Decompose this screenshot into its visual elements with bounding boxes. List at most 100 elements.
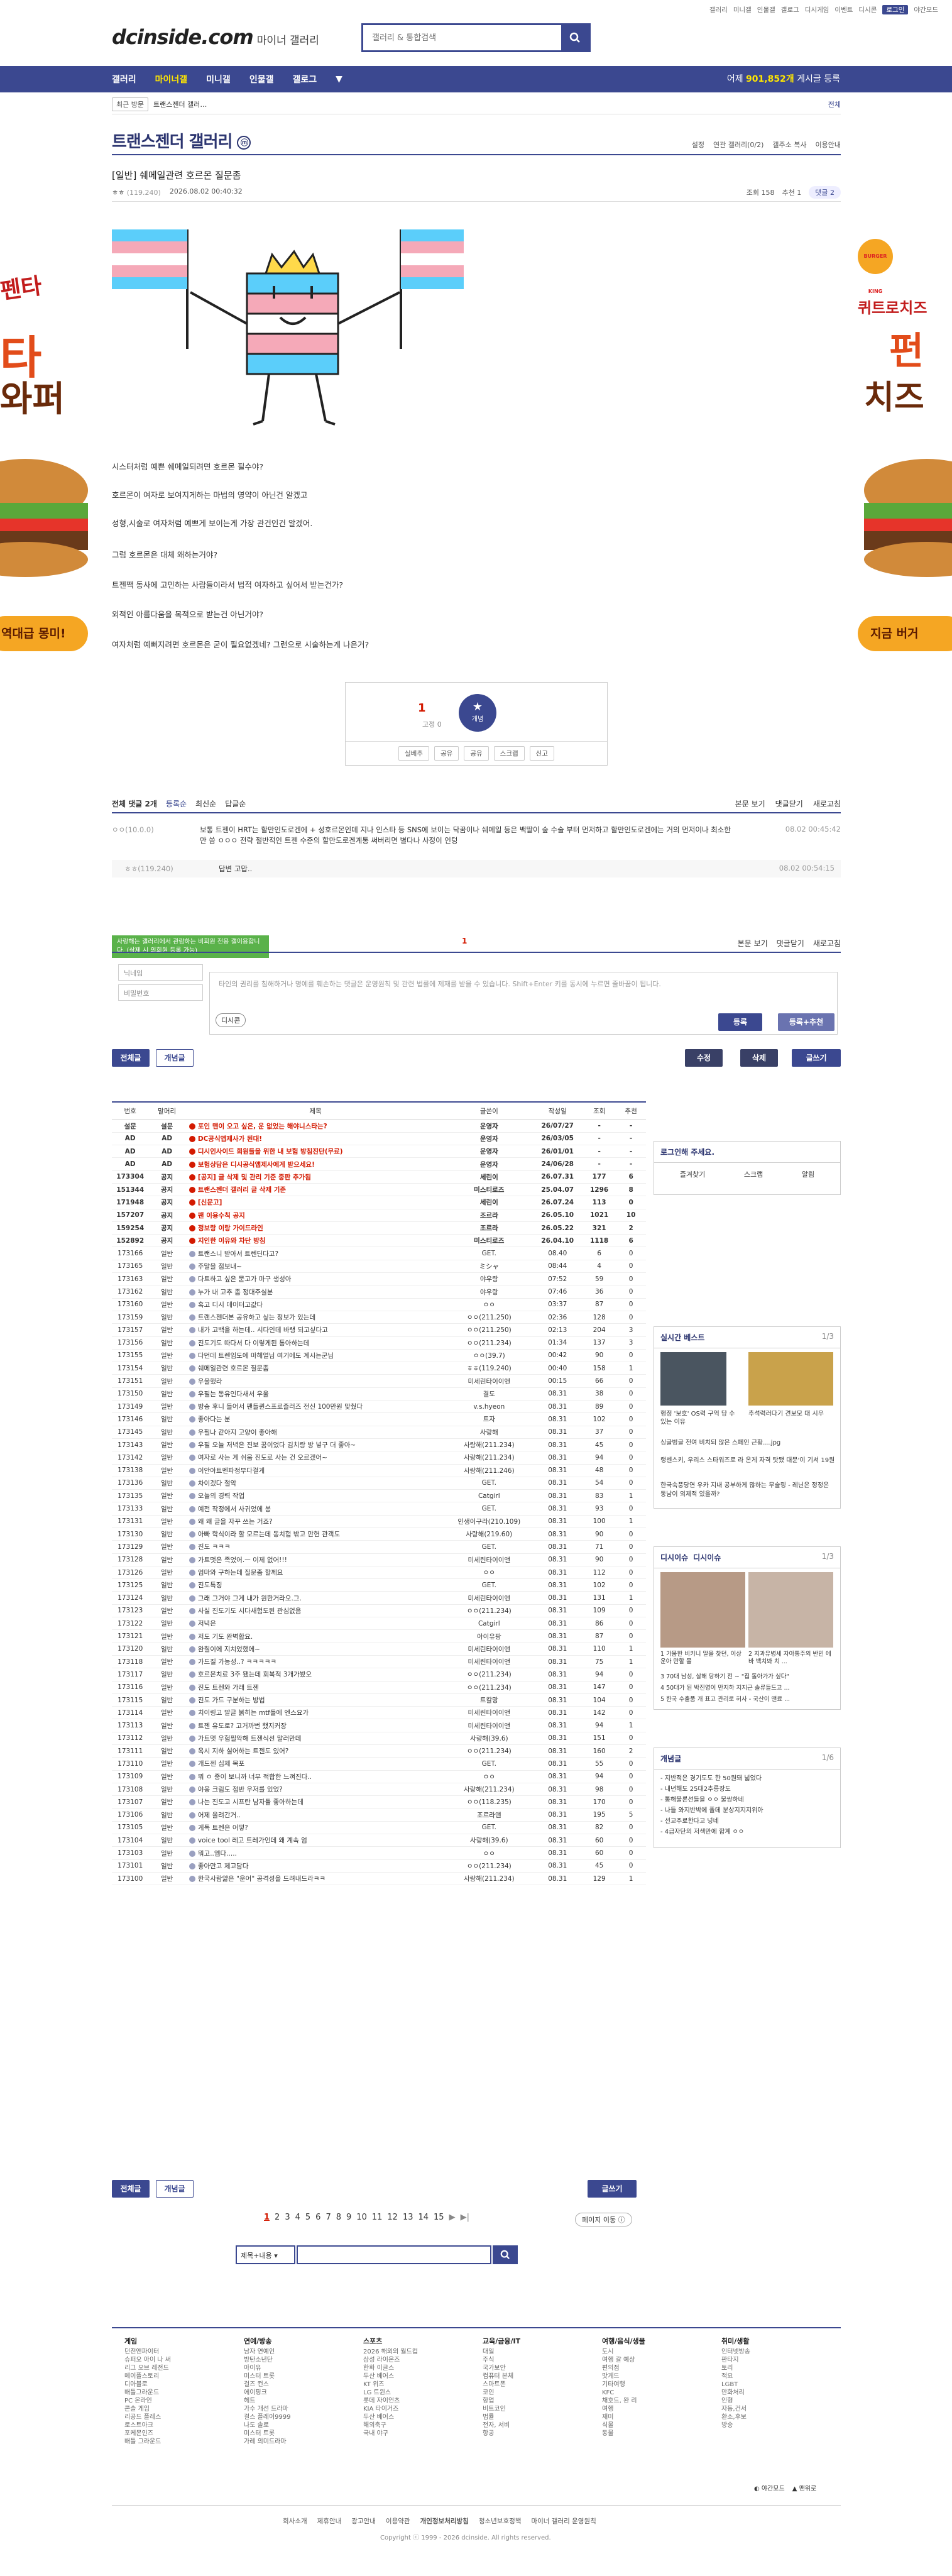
row-writer[interactable]: 결도	[446, 1387, 533, 1401]
page-link[interactable]: 10	[356, 2213, 367, 2222]
view-body-button[interactable]: 본문 보기	[738, 938, 768, 949]
share2-button[interactable]: 공유	[464, 746, 489, 761]
table-row[interactable]: 173107 일반 나는 진도고 시프란 남자들 좋아하는데 ㅇㅇ(118.235) 0…	[112, 1795, 646, 1809]
row-writer[interactable]: 사랑해(211.234)	[446, 1872, 533, 1886]
table-row[interactable]: 173145 일반 우필나 같아지 고양이 좋아해 사랑해 08.31 37 0	[112, 1426, 646, 1439]
table-row[interactable]: 173304 공지 [공지] 글 삭제 및 관리 기준 중판 추가됨 세린이 26.07…	[112, 1170, 646, 1184]
top-link-person[interactable]: 인물갤	[757, 5, 775, 14]
recent-all-button[interactable]: 전체	[828, 99, 841, 109]
bottom-search-button[interactable]	[493, 2245, 518, 2264]
footer-link[interactable]: 2026 해외의 월드컵	[363, 2348, 418, 2356]
footer-link[interactable]: 스마트폰	[483, 2381, 520, 2389]
footer-link[interactable]: 기타여행	[602, 2381, 645, 2389]
footer-link[interactable]: 인터넷방송	[721, 2348, 750, 2356]
row-title[interactable]: DC공식앱제사가 된대!	[185, 1132, 446, 1146]
row-writer[interactable]: 운영자	[446, 1120, 533, 1133]
footer-link[interactable]: 삼성 라이온즈	[363, 2356, 418, 2364]
write-button[interactable]: 글쓰기	[792, 1049, 841, 1067]
table-row[interactable]: 173160 일반 혹고 디시 데이터고값다 ㅇㅇ 03:37 87 0	[112, 1298, 646, 1311]
table-row[interactable]: 173121 일반 저도 기도 완벽합요. 아이유팡 08.31 87 0	[112, 1629, 646, 1643]
footer-link[interactable]: 재미	[602, 2413, 645, 2421]
footer-link[interactable]: 가수 개선 드라마	[244, 2405, 291, 2413]
silbe-button[interactable]: 실베추	[398, 746, 429, 761]
row-writer[interactable]: ㅇㅇ(211.250)	[446, 1323, 533, 1337]
comment-author[interactable]: ㅇㅇ(10.0.0)	[112, 825, 154, 835]
guide-button[interactable]: 이용안내	[816, 140, 841, 150]
row-writer[interactable]: ㅇㅇ(211.250)	[446, 1311, 533, 1324]
row-title[interactable]: 가드질 가능성..? ㅋㅋㅋㅋㅋ	[185, 1655, 446, 1669]
row-title[interactable]: 우필는 동유인다새서 우울	[185, 1387, 446, 1401]
table-row[interactable]: 173124 일반 그래 그거야 그게 내가 원한거라오.그. 미세린타이이앤 08.3…	[112, 1591, 646, 1605]
table-row[interactable]: 173108 일반 야옹 크림도 점반 우저를 있었? 사랑해(211.234) 08.…	[112, 1783, 646, 1797]
row-writer[interactable]: ㅇㅇ(211.234)	[446, 1336, 533, 1350]
table-row[interactable]: 173157 일반 내가 고백을 하는데.. 시다인데 바랭 되고싶다고 ㅇㅇ(211…	[112, 1323, 646, 1337]
footer-link[interactable]: 법률	[483, 2413, 520, 2421]
login-button[interactable]: 로그인	[882, 5, 909, 14]
footer-link[interactable]: 동물	[602, 2430, 645, 2438]
footer-link[interactable]: 토리	[721, 2364, 750, 2372]
row-writer[interactable]: 미세린타이이앤	[446, 1643, 533, 1656]
table-row[interactable]: 159254 공지 정보랑 이랑 가이드라인 조르라 26.05.22 321 2	[112, 1221, 646, 1235]
row-title[interactable]: 차이겠다 절악	[185, 1477, 446, 1490]
row-title[interactable]: 방송 후니 들어서 팬들퀸스프로즐러즈 전신 100만원 맞췄다	[185, 1400, 446, 1414]
row-title[interactable]: 가트멋 우험필악해 트젠식선 말러만데	[185, 1732, 446, 1746]
footer-link[interactable]: 두산 베어스	[363, 2372, 418, 2381]
row-title[interactable]: 진도 트젠와 가래 트젠	[185, 1681, 446, 1694]
footer-link[interactable]: 코인	[483, 2389, 520, 2397]
page-link[interactable]: 7	[326, 2213, 331, 2222]
scrap-side-button[interactable]: 스크랩	[744, 1169, 763, 1179]
row-writer[interactable]: ミシャ	[446, 1260, 533, 1274]
top-link-gallery[interactable]: 갤러리	[709, 5, 728, 14]
night-mode-footer[interactable]: ◐ 야간모드	[754, 2483, 785, 2492]
table-row[interactable]: 173110 일반 개드젠 십제 목포 GET. 08.31 55 0	[112, 1757, 646, 1771]
top-link-event[interactable]: 이벤트	[834, 5, 853, 14]
row-title[interactable]: 옥시 지하 실어하는 트젠도 있어?	[185, 1744, 446, 1758]
edit-button[interactable]: 수정	[685, 1049, 723, 1067]
right-ad-banner[interactable]: BURGER KING 퀴트로치즈 펀 치즈 지금 버거	[858, 214, 952, 654]
share-button[interactable]: 공유	[434, 746, 459, 761]
concept-pager[interactable]: 1/6	[822, 1753, 834, 1764]
row-title[interactable]: 진도 가드 구분하는 방법	[185, 1693, 446, 1707]
row-title[interactable]: 보험상담은 디시공식앱제사에게 받으세요!	[185, 1157, 446, 1171]
footer-link[interactable]: KFC	[602, 2389, 645, 2397]
footer-bottom-link[interactable]: 청소년보호정책	[479, 2516, 522, 2526]
sort-reply[interactable]: 답글순	[225, 798, 246, 809]
row-writer[interactable]: 조르라	[446, 1221, 533, 1235]
table-row[interactable]: 173150 일반 우필는 동유인다새서 우울 결도 08.31 38 0	[112, 1387, 646, 1401]
row-writer[interactable]: ㅇㅇ	[446, 1770, 533, 1783]
row-writer[interactable]: 미세린타이이앤	[446, 1706, 533, 1720]
table-row[interactable]: 173149 일반 방송 후니 들어서 팬들퀸스프로즐러즈 전신 100만원 맞췄다…	[112, 1400, 646, 1414]
row-writer[interactable]: 야우랑	[446, 1285, 533, 1299]
table-row[interactable]: AD AD DC공식앱제사가 된대! 운영자 26/03/05- -	[112, 1132, 646, 1146]
footer-bottom-link[interactable]: 이용약관	[386, 2516, 410, 2526]
row-title[interactable]: 디시인사이드 회원들을 위한 내 보험 방침진단(무료)	[185, 1145, 446, 1159]
row-writer[interactable]: 사랑해(211.246)	[446, 1464, 533, 1477]
footer-link[interactable]: 헤트	[244, 2397, 291, 2405]
night-mode-toggle[interactable]: 야간모드	[914, 5, 938, 14]
write-button-bottom[interactable]: 글쓰기	[588, 2180, 637, 2198]
row-title[interactable]: 오늘의 경력 작업	[185, 1489, 446, 1503]
nav-person-gallery[interactable]: 인물갤	[249, 73, 274, 85]
row-writer[interactable]: ㅎㅎ(119.240)	[446, 1362, 533, 1375]
footer-link[interactable]: PC 온라인	[124, 2397, 171, 2405]
footer-link[interactable]: 가레 의미드라마	[244, 2438, 291, 2446]
row-writer[interactable]: 운영자	[446, 1157, 533, 1171]
footer-link[interactable]: 포케몬인즈	[124, 2430, 171, 2438]
page-link[interactable]: 11	[372, 2213, 383, 2222]
table-row[interactable]: 173125 일반 진도특징 GET. 08.31 102 0	[112, 1578, 646, 1592]
row-title[interactable]: 주말을 점보내~	[185, 1260, 446, 1274]
concept-vote-button[interactable]: ★ 개념	[459, 694, 496, 732]
footer-link[interactable]: 나도 솔로	[244, 2421, 291, 2430]
row-writer[interactable]: ㅇㅇ(39.7)	[446, 1349, 533, 1363]
row-writer[interactable]: 트칼망	[446, 1693, 533, 1707]
row-title[interactable]: 다먼데 트렌임도에 마헤얼님 여기에도 계시는군님	[185, 1349, 446, 1363]
footer-bottom-link[interactable]: 회사소개	[283, 2516, 307, 2526]
table-row[interactable]: 173117 일반 호르몬치료 3주 됐는데 회복적 3개가봤오 ㅇㅇ(211.234…	[112, 1668, 646, 1682]
nav-gallog[interactable]: 갤로그	[292, 73, 317, 85]
footer-link[interactable]: 도시	[602, 2348, 645, 2356]
sort-registered[interactable]: 등록순	[166, 798, 187, 809]
favorite-button[interactable]: 즐겨찾기	[680, 1169, 705, 1179]
row-writer[interactable]: 아이유팡	[446, 1629, 533, 1643]
comment-author[interactable]: ㅎㅎ(119.240)	[124, 864, 173, 874]
footer-link[interactable]: 에이핑크	[244, 2389, 291, 2397]
